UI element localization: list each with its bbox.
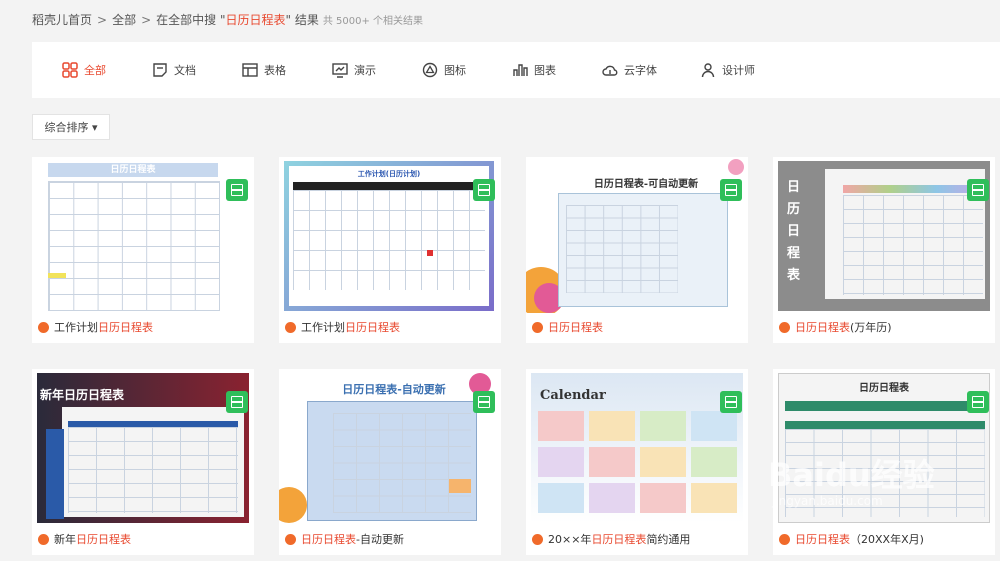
thumb-calendar-grid (566, 205, 678, 293)
thumb-calendar-grid (293, 190, 485, 290)
spreadsheet-badge-icon (720, 179, 742, 201)
thumb-title: 日历日程表 (859, 383, 909, 394)
result-count: 共 5000+ 个相关结果 (322, 16, 424, 27)
tab-label: 表格 (264, 64, 286, 77)
thumb-calendar-grid (843, 195, 983, 295)
card-title[interactable]: 工作计划 日历日程表 (285, 319, 400, 335)
tab-presentation[interactable]: 演示 (332, 42, 376, 98)
thumb-calendar-grid (48, 181, 220, 311)
flame-icon (38, 321, 49, 333)
spreadsheet-badge-icon (473, 391, 495, 413)
thumb-title: 工作计划(日历计划) (357, 170, 421, 178)
tab-label: 文档 (174, 64, 196, 77)
template-card[interactable]: 日历日程表 工作计划 日历日程表 (32, 157, 254, 343)
template-thumbnail: 日历日程表 (32, 157, 254, 313)
thumb-title: 日历日程表-自动更新 (342, 383, 446, 396)
flame-icon (532, 533, 543, 545)
baidu-watermark: Baidu经验 jingyan.baidu.com (768, 456, 935, 508)
search-suffix: " 结果 (285, 13, 319, 27)
spreadsheet-badge-icon (720, 391, 742, 413)
template-thumbnail: 日历日程表 (773, 157, 995, 313)
category-tabs: 全部 文档 表格 演示 图标 图表 云字体 设计师 (32, 42, 1000, 98)
presentation-icon (332, 63, 348, 78)
template-card[interactable]: 工作计划(日历计划) 工作计划 日历日程表 (279, 157, 501, 343)
card-title[interactable]: 日历日程表 (万年历) (779, 319, 892, 335)
spreadsheet-badge-icon (967, 179, 989, 201)
thumb-title: 日历日程表 (787, 180, 801, 283)
thumb-calendar-grid (68, 427, 238, 513)
search-prefix: 在全部中搜 " (156, 13, 226, 27)
thumb-title: Calendar (540, 388, 606, 403)
card-title[interactable]: 20××年 日历日程表 简约通用 (532, 531, 690, 547)
thumb-calendar-grid (333, 413, 471, 513)
flame-icon (779, 321, 790, 333)
breadcrumb-all[interactable]: 全部 (112, 13, 136, 27)
tab-icon[interactable]: 图标 (422, 42, 466, 98)
tab-label: 图表 (534, 64, 556, 77)
template-thumbnail: Calendar (526, 369, 748, 525)
document-icon (153, 63, 167, 77)
spreadsheet-badge-icon (226, 391, 248, 413)
breadcrumb-home[interactable]: 稻壳儿首页 (32, 13, 92, 27)
person-icon (701, 63, 715, 78)
sort-dropdown[interactable]: 综合排序 ▾ (32, 114, 110, 140)
template-card[interactable]: Calendar 20××年 日历日程表 简约通用 (526, 369, 748, 555)
tab-table[interactable]: 表格 (242, 42, 286, 98)
template-thumbnail: 新年日历日程表 (32, 369, 254, 525)
cloud-font-icon (602, 65, 618, 76)
template-thumbnail: 日历日程表-可自动更新 (526, 157, 748, 313)
flame-icon (285, 321, 296, 333)
breadcrumb: 稻壳儿首页 > 全部 > 在全部中搜 "日历日程表" 结果共 5000+ 个相关结果 (32, 13, 424, 27)
search-keyword: 日历日程表 (225, 13, 286, 27)
card-title[interactable]: 工作计划 日历日程表 (38, 319, 153, 335)
template-card[interactable]: 日历日程表-可自动更新 日历日程表 (526, 157, 748, 343)
spreadsheet-badge-icon (473, 179, 495, 201)
card-title[interactable]: 日历日程表 （20XX年X月) (779, 531, 924, 547)
tab-label: 云字体 (624, 64, 657, 77)
thumb-title: 日历日程表 (48, 163, 218, 177)
tab-label: 全部 (84, 64, 106, 77)
card-title[interactable]: 新年 日历日程表 (38, 531, 131, 547)
flame-icon (779, 533, 790, 545)
template-thumbnail: 日历日程表-自动更新 (279, 369, 501, 525)
flame-icon (38, 533, 49, 545)
template-thumbnail: 工作计划(日历计划) (279, 157, 501, 313)
sort-label: 综合排序 ▾ (44, 121, 98, 134)
tab-label: 演示 (354, 64, 376, 77)
bar-chart-icon (513, 64, 528, 76)
template-card[interactable]: 日历日程表-自动更新 日历日程表 -自动更新 (279, 369, 501, 555)
template-card[interactable]: 日历日程表 日历日程表 (万年历) (773, 157, 995, 343)
flame-icon (532, 321, 543, 333)
card-title[interactable]: 日历日程表 (532, 319, 603, 335)
grid-icon (62, 62, 78, 78)
tab-document[interactable]: 文档 (152, 42, 196, 98)
tab-cloud-font[interactable]: 云字体 (602, 42, 657, 98)
template-card[interactable]: 新年日历日程表 新年 日历日程表 (32, 369, 254, 555)
tab-label: 设计师 (722, 64, 755, 77)
tab-all[interactable]: 全部 (62, 42, 106, 98)
card-title[interactable]: 日历日程表 -自动更新 (285, 531, 404, 547)
tab-label: 图标 (444, 64, 466, 77)
table-icon (242, 63, 258, 77)
flame-icon (285, 533, 296, 545)
thumb-title: 日历日程表-可自动更新 (593, 179, 699, 190)
tab-chart[interactable]: 图表 (512, 42, 556, 98)
thumb-title: 新年日历日程表 (40, 388, 125, 402)
spreadsheet-badge-icon (226, 179, 248, 201)
spreadsheet-badge-icon (967, 391, 989, 413)
tab-designer[interactable]: 设计师 (700, 42, 755, 98)
triangle-icon (422, 62, 438, 78)
